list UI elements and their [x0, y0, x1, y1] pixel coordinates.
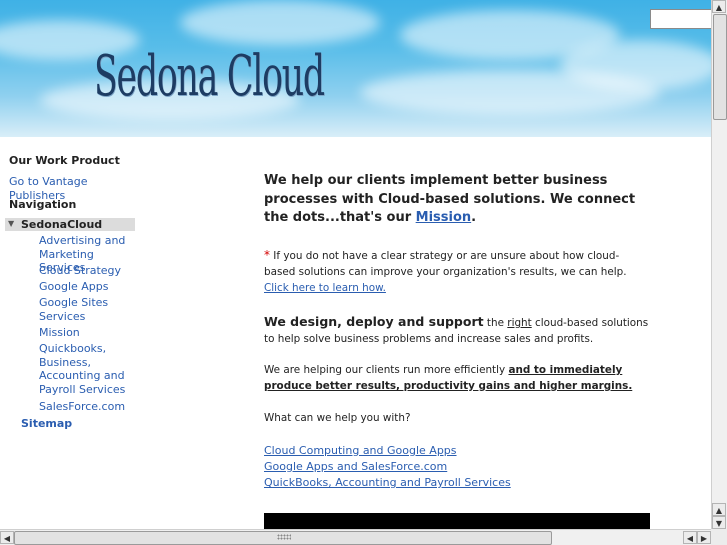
learn-how-link[interactable]: Click here to learn how. — [264, 282, 386, 294]
nav-item-cloud-strategy[interactable]: Cloud Strategy — [39, 264, 139, 278]
embedded-media-block — [264, 513, 650, 529]
nav-item-quickbooks[interactable]: Quickbooks, Business, Accounting and Pay… — [39, 342, 127, 396]
question-text: What can we help you with? — [264, 412, 411, 424]
cloud-computing-link[interactable]: Cloud Computing and Google Apps — [264, 444, 457, 457]
nav-item-google-sites[interactable]: Google Sites Services — [39, 296, 114, 323]
horizontal-scrollbar[interactable]: ◀ ◀ ▶ — [0, 529, 711, 545]
vertical-scrollbar[interactable]: ▲ ▲ ▼ — [711, 0, 727, 529]
scroll-up-icon[interactable]: ▲ — [712, 0, 726, 13]
scroll-left-icon-right[interactable]: ◀ — [683, 531, 697, 544]
horizontal-scroll-thumb[interactable] — [14, 531, 552, 545]
header-banner: Sedona Cloud — [0, 0, 711, 137]
nav-item-mission[interactable]: Mission — [39, 326, 139, 340]
scroll-right-icon[interactable]: ▶ — [697, 531, 711, 544]
google-apps-salesforce-link[interactable]: Google Apps and SalesForce.com — [264, 460, 447, 473]
scroll-down-icon[interactable]: ▼ — [712, 516, 726, 529]
scroll-up-icon-lower[interactable]: ▲ — [712, 503, 726, 516]
grip-icon — [277, 534, 291, 540]
navigation-heading: Navigation — [9, 198, 77, 211]
search-input[interactable] — [650, 9, 712, 29]
helping-paragraph: We are helping our clients run more effi… — [264, 364, 633, 392]
scroll-left-icon[interactable]: ◀ — [0, 531, 14, 544]
design-paragraph: We design, deploy and support the right … — [264, 314, 649, 345]
site-title[interactable]: Sedona Cloud — [94, 44, 325, 109]
expand-triangle-icon[interactable]: ▼ — [8, 219, 14, 228]
quickbooks-services-link[interactable]: QuickBooks, Accounting and Payroll Servi… — [264, 476, 511, 489]
nav-item-salesforce[interactable]: SalesForce.com — [39, 400, 139, 414]
nav-current-label: SedonaCloud — [21, 218, 103, 231]
nav-item-google-apps[interactable]: Google Apps — [39, 280, 139, 294]
work-product-heading: Our Work Product — [9, 154, 120, 167]
nav-current-item[interactable]: ▼ SedonaCloud — [5, 218, 135, 231]
sitemap-link[interactable]: Sitemap — [21, 417, 72, 431]
lead-paragraph: We help our clients implement better bus… — [264, 173, 636, 225]
main-content: We help our clients implement better bus… — [264, 172, 650, 489]
vertical-scroll-thumb[interactable] — [713, 14, 727, 120]
mission-link[interactable]: Mission — [416, 210, 472, 225]
strategy-note: * If you do not have a clear strategy or… — [264, 248, 627, 294]
scrollbar-corner — [711, 529, 727, 545]
